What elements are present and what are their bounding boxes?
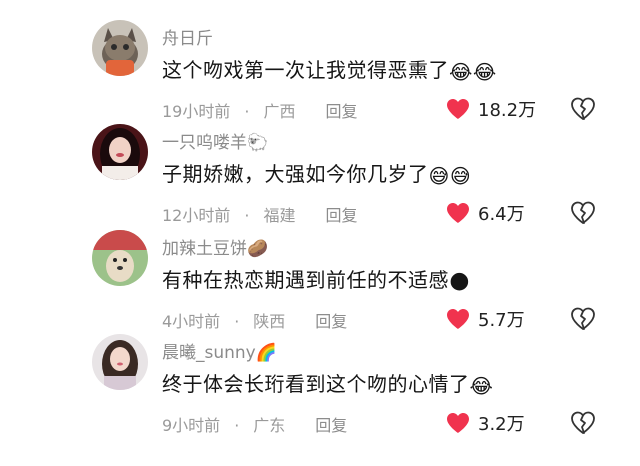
heart-icon bbox=[447, 413, 469, 433]
sweat-smile-emoji-icon: 😅😅 bbox=[428, 163, 472, 188]
comment-meta: 12小时前 · 福建 回复 bbox=[162, 202, 358, 226]
laughing-tears-emoji-icon: 😂 bbox=[469, 373, 494, 398]
heart-icon bbox=[447, 99, 469, 119]
location: 广西 bbox=[263, 102, 296, 121]
like-button[interactable]: 6.4万 bbox=[446, 200, 546, 226]
location: 福建 bbox=[263, 206, 296, 225]
username[interactable]: 加辣土豆饼🥔 bbox=[162, 234, 268, 259]
laughing-tears-emoji-icon: 😂😂 bbox=[449, 59, 497, 84]
comment-meta: 19小时前 · 广西 回复 bbox=[162, 98, 358, 122]
girl-avatar-icon[interactable] bbox=[92, 124, 148, 180]
dog-avatar-icon[interactable] bbox=[92, 230, 148, 286]
broken-heart-icon bbox=[571, 411, 595, 434]
reply-button[interactable]: 回复 bbox=[325, 98, 357, 122]
location: 广东 bbox=[253, 416, 286, 435]
username-label: 一只呜喽羊 bbox=[162, 133, 247, 153]
comment-text: 有种在热恋期遇到前任的不适感🌑 bbox=[162, 264, 470, 294]
broken-heart-icon bbox=[571, 307, 595, 330]
comment-text-label: 有种在热恋期遇到前任的不适感 bbox=[162, 268, 449, 292]
potato-emoji-icon: 🥔 bbox=[247, 239, 269, 259]
reply-button[interactable]: 回复 bbox=[325, 202, 357, 226]
broken-heart-icon bbox=[571, 97, 595, 120]
timestamp: 12小时前 bbox=[162, 206, 231, 225]
broken-heart-icon bbox=[571, 201, 595, 224]
dislike-button[interactable] bbox=[570, 96, 596, 122]
comment-item: 舟日斤 这个吻戏第一次让我觉得恶熏了😂😂 19小时前 · 广西 回复 18.2万 bbox=[0, 20, 640, 136]
reply-button[interactable]: 回复 bbox=[315, 308, 347, 332]
like-button[interactable]: 3.2万 bbox=[446, 410, 546, 436]
like-count: 5.7万 bbox=[478, 310, 525, 331]
reply-button[interactable]: 回复 bbox=[315, 412, 347, 436]
separator-dot: · bbox=[234, 312, 240, 331]
comment-item: 一只呜喽羊🐑 子期娇嫩，大强如今你几岁了😅😅 12小时前 · 福建 回复 6.4万 bbox=[0, 124, 640, 240]
like-button[interactable]: 5.7万 bbox=[446, 306, 546, 332]
comment-meta: 4小时前 · 陕西 回复 bbox=[162, 308, 347, 332]
dislike-button[interactable] bbox=[570, 306, 596, 332]
heart-icon bbox=[447, 203, 469, 223]
comment-text-label: 这个吻戏第一次让我觉得恶熏了 bbox=[162, 58, 449, 82]
timestamp: 9小时前 bbox=[162, 416, 221, 435]
username[interactable]: 舟日斤 bbox=[162, 24, 213, 49]
rainbow-emoji-icon: 🌈 bbox=[255, 343, 277, 363]
username[interactable]: 一只呜喽羊🐑 bbox=[162, 128, 268, 153]
timestamp: 4小时前 bbox=[162, 312, 221, 331]
username-label: 加辣土豆饼 bbox=[162, 239, 247, 259]
username-label: 舟日斤 bbox=[162, 29, 213, 49]
comment-item: 加辣土豆饼🥔 有种在热恋期遇到前任的不适感🌑 4小时前 · 陕西 回复 5.7万 bbox=[0, 230, 640, 346]
like-count: 18.2万 bbox=[478, 100, 537, 121]
like-count: 6.4万 bbox=[478, 204, 525, 225]
dark-face-emoji-icon: 🌑 bbox=[449, 269, 471, 294]
username-label: 晨曦_sunny bbox=[162, 343, 256, 363]
separator-dot: · bbox=[244, 102, 250, 121]
separator-dot: · bbox=[244, 206, 250, 225]
comment-meta: 9小时前 · 广东 回复 bbox=[162, 412, 347, 436]
comment-item: 晨曦_sunny🌈 终于体会长珩看到这个吻的心情了😂 9小时前 · 广东 回复 3.2… bbox=[0, 334, 640, 450]
like-count: 3.2万 bbox=[478, 414, 525, 435]
location: 陕西 bbox=[253, 312, 286, 331]
cat-avatar-icon[interactable] bbox=[92, 20, 148, 76]
comment-text: 子期娇嫩，大强如今你几岁了😅😅 bbox=[162, 158, 471, 188]
username[interactable]: 晨曦_sunny🌈 bbox=[162, 338, 277, 363]
like-button[interactable]: 18.2万 bbox=[446, 96, 546, 122]
comment-text: 终于体会长珩看到这个吻的心情了😂 bbox=[162, 368, 493, 398]
comment-text: 这个吻戏第一次让我觉得恶熏了😂😂 bbox=[162, 54, 497, 84]
dislike-button[interactable] bbox=[570, 200, 596, 226]
timestamp: 19小时前 bbox=[162, 102, 231, 121]
comment-text-label: 终于体会长珩看到这个吻的心情了 bbox=[162, 372, 470, 396]
separator-dot: · bbox=[234, 416, 240, 435]
sheep-emoji-icon: 🐑 bbox=[247, 133, 269, 153]
woman-avatar-icon[interactable] bbox=[92, 334, 148, 390]
comment-text-label: 子期娇嫩，大强如今你几岁了 bbox=[162, 162, 429, 186]
dislike-button[interactable] bbox=[570, 410, 596, 436]
heart-icon bbox=[447, 309, 469, 329]
